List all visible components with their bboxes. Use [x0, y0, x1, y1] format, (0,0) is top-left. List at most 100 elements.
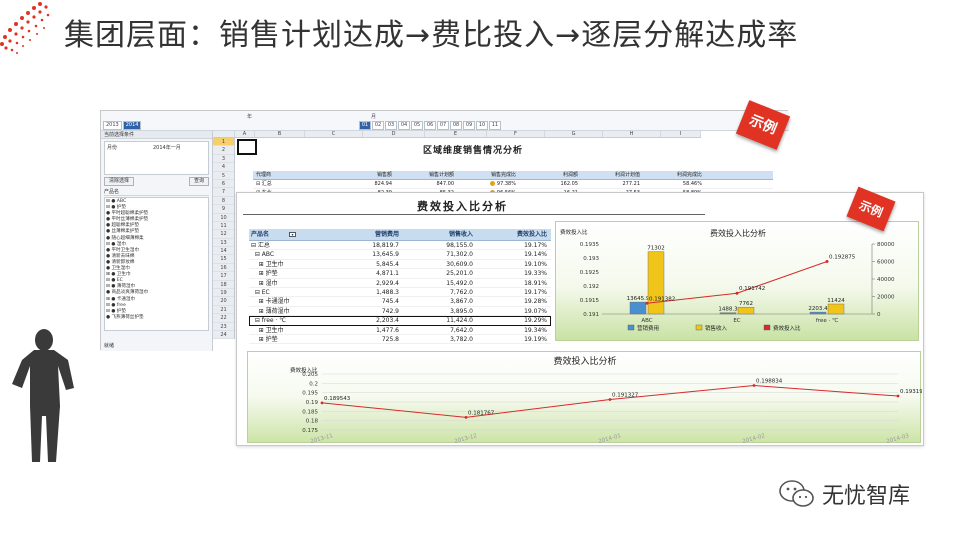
- table-row[interactable]: ⊟ ABC 13,645.9 71,302.0 19.14%: [249, 250, 551, 260]
- row-number[interactable]: 4: [213, 163, 234, 172]
- table-cell: 15,492.0: [446, 279, 473, 287]
- table-cell: 725.8: [381, 335, 399, 343]
- date-filter-bar: 年 2013 2014 月 01 02 03 04 05 06 07 08 09…: [101, 111, 789, 131]
- month-option[interactable]: 10: [476, 121, 488, 130]
- table-row[interactable]: ⊞ 卫生巾 1,477.6 7,642.0 19.34%: [249, 326, 551, 335]
- column-header[interactable]: A: [235, 131, 255, 137]
- row-number[interactable]: 21: [213, 306, 234, 315]
- table-row[interactable]: ⊟ 汇总 824.94 847.00 97.38% 162.05 277.21 58.46%: [253, 180, 773, 189]
- dropdown-arrow-icon[interactable]: ▾: [289, 232, 297, 237]
- table-row[interactable]: ⊟ free · ℃ 2,203.4 11,424.0 19.29%: [249, 316, 551, 326]
- table-row[interactable]: ⊟ 汇总 18,819.7 98,155.0 19.17%: [249, 241, 551, 251]
- year-option-selected[interactable]: 2014: [122, 121, 142, 130]
- table-row[interactable]: ⊞ 卫生巾 5,845.4 30,609.0 19.10%: [249, 260, 551, 270]
- year-selector[interactable]: 2013 2014: [103, 121, 142, 130]
- bar-marketing-cost: [629, 301, 647, 315]
- row-number[interactable]: 1: [213, 138, 234, 147]
- month-option[interactable]: 06: [424, 121, 436, 130]
- table-cell: 97.38%: [457, 180, 519, 188]
- active-cell[interactable]: [237, 139, 257, 155]
- bar-data-label: 7762: [739, 301, 753, 307]
- x-tick-label: 2014-01: [598, 433, 622, 444]
- table-cell: 847.00: [395, 180, 457, 188]
- month-option[interactable]: 02: [372, 121, 384, 130]
- column-header[interactable]: D: [363, 131, 425, 137]
- column-header: 营销费用: [329, 229, 403, 240]
- column-header[interactable]: H: [603, 131, 661, 137]
- table-row[interactable]: ⊞ 薄荷湿巾 742.9 3,895.0 19.07%: [249, 307, 551, 317]
- trend-data-label: 0.198834: [756, 379, 783, 385]
- row-number[interactable]: 13: [213, 239, 234, 248]
- column-header[interactable]: C: [305, 131, 363, 137]
- column-header[interactable]: G: [545, 131, 603, 137]
- row-number[interactable]: 15: [213, 255, 234, 264]
- row-number[interactable]: 3: [213, 155, 234, 164]
- row-number[interactable]: 23: [213, 323, 234, 331]
- month-option[interactable]: 04: [398, 121, 410, 130]
- row-number[interactable]: 5: [213, 172, 234, 180]
- wechat-icon: [779, 480, 814, 507]
- table-cell: 19.34%: [524, 326, 547, 334]
- row-number[interactable]: 14: [213, 247, 234, 256]
- row-number[interactable]: 6: [213, 180, 234, 189]
- column-header: 代理商: [256, 172, 272, 178]
- table-cell: 19.17%: [524, 242, 547, 249]
- cell-value: 277.21: [622, 181, 641, 187]
- table-cell: 11,424.0: [446, 317, 473, 325]
- tree-item[interactable]: ● 飞燕薄荷丝护垫: [106, 315, 207, 321]
- table-cell: ⊞ 卫生巾: [251, 260, 284, 268]
- row-number[interactable]: 22: [213, 314, 234, 323]
- ratio-trend-chart: 费效投入比分析 费效投入比 0.175 0.18 0.185 0.19 0.195 0.2 0.…: [247, 351, 927, 445]
- table-row[interactable]: ⊟ EC 1,488.3 7,762.0 19.17%: [249, 288, 551, 298]
- trend-data-label: 0.193198: [900, 389, 922, 395]
- column-header[interactable]: B: [255, 131, 305, 137]
- table-cell: 71,302.0: [446, 251, 473, 259]
- row-number[interactable]: 20: [213, 297, 234, 306]
- row-number[interactable]: 16: [213, 264, 234, 273]
- row-number[interactable]: 18: [213, 281, 234, 290]
- row-number[interactable]: 10: [213, 214, 234, 222]
- y-left-tick-label: 0.1915: [580, 298, 600, 304]
- table-cell: 162.05: [519, 180, 581, 188]
- y-tick-label: 0.18: [306, 419, 319, 425]
- row-number[interactable]: 24: [213, 331, 234, 340]
- column-header[interactable]: F: [487, 131, 545, 137]
- month-option[interactable]: 05: [411, 121, 423, 130]
- fee-report-panel: 费效投入比分析 产品名 ▾ 营销费用 销售收入 费效投入比 ⊟ 汇总 18,819.7 98,…: [236, 186, 927, 446]
- row-number[interactable]: 7: [213, 188, 234, 197]
- row-number[interactable]: 8: [213, 197, 234, 206]
- month-option[interactable]: 09: [463, 121, 475, 130]
- table-row[interactable]: ⊞ 卡通湿巾 745.4 3,867.0 19.28%: [249, 297, 551, 307]
- table-row[interactable]: ⊞ 护垫 725.8 3,782.0 19.19%: [249, 335, 551, 345]
- bar-data-label: 1488.3: [718, 307, 738, 313]
- legend-swatch: [627, 324, 635, 331]
- trend-line: [321, 385, 899, 418]
- legend-label: 销售收入: [705, 324, 728, 332]
- column-header[interactable]: E: [425, 131, 487, 137]
- product-tree: ⊟ ● ABC ⊟ ● 护垫 ● 平时超聪棉柔护垫 ● 平时丝薄棉柔护垫 ● 超…: [104, 197, 209, 331]
- row-number[interactable]: 17: [213, 272, 234, 281]
- year-option[interactable]: 2013: [103, 121, 122, 130]
- month-option[interactable]: 07: [437, 121, 449, 130]
- table-row[interactable]: ⊞ 湿巾 2,929.4 15,492.0 18.91%: [249, 279, 551, 288]
- row-number[interactable]: 11: [213, 222, 234, 231]
- column-header: 产品名 ▾: [249, 229, 329, 240]
- month-option-selected[interactable]: 01: [359, 121, 371, 130]
- table-row[interactable]: ⊞ 护垫 4,871.1 25,201.0 19.33%: [249, 269, 551, 279]
- row-number[interactable]: 2: [213, 146, 234, 155]
- status-text: 就绪: [104, 343, 115, 349]
- month-option[interactable]: 08: [450, 121, 462, 130]
- businessman-silhouette-icon: [12, 329, 74, 462]
- row-number[interactable]: 9: [213, 205, 234, 214]
- row-number[interactable]: 12: [213, 230, 234, 239]
- month-option[interactable]: 03: [385, 121, 397, 130]
- table-cell: ⊟ EC: [251, 288, 270, 296]
- query-button[interactable]: 查询: [188, 177, 209, 186]
- month-selector[interactable]: 01 02 03 04 05 06 07 08 09 10 11: [359, 121, 501, 130]
- column-header[interactable]: I: [661, 131, 701, 137]
- table-cell: 824.94: [333, 180, 395, 188]
- row-number[interactable]: 19: [213, 289, 234, 298]
- clear-selection-button[interactable]: 清除选择: [104, 177, 135, 186]
- month-option[interactable]: 11: [489, 121, 501, 130]
- header-label: 销售收入: [448, 231, 473, 238]
